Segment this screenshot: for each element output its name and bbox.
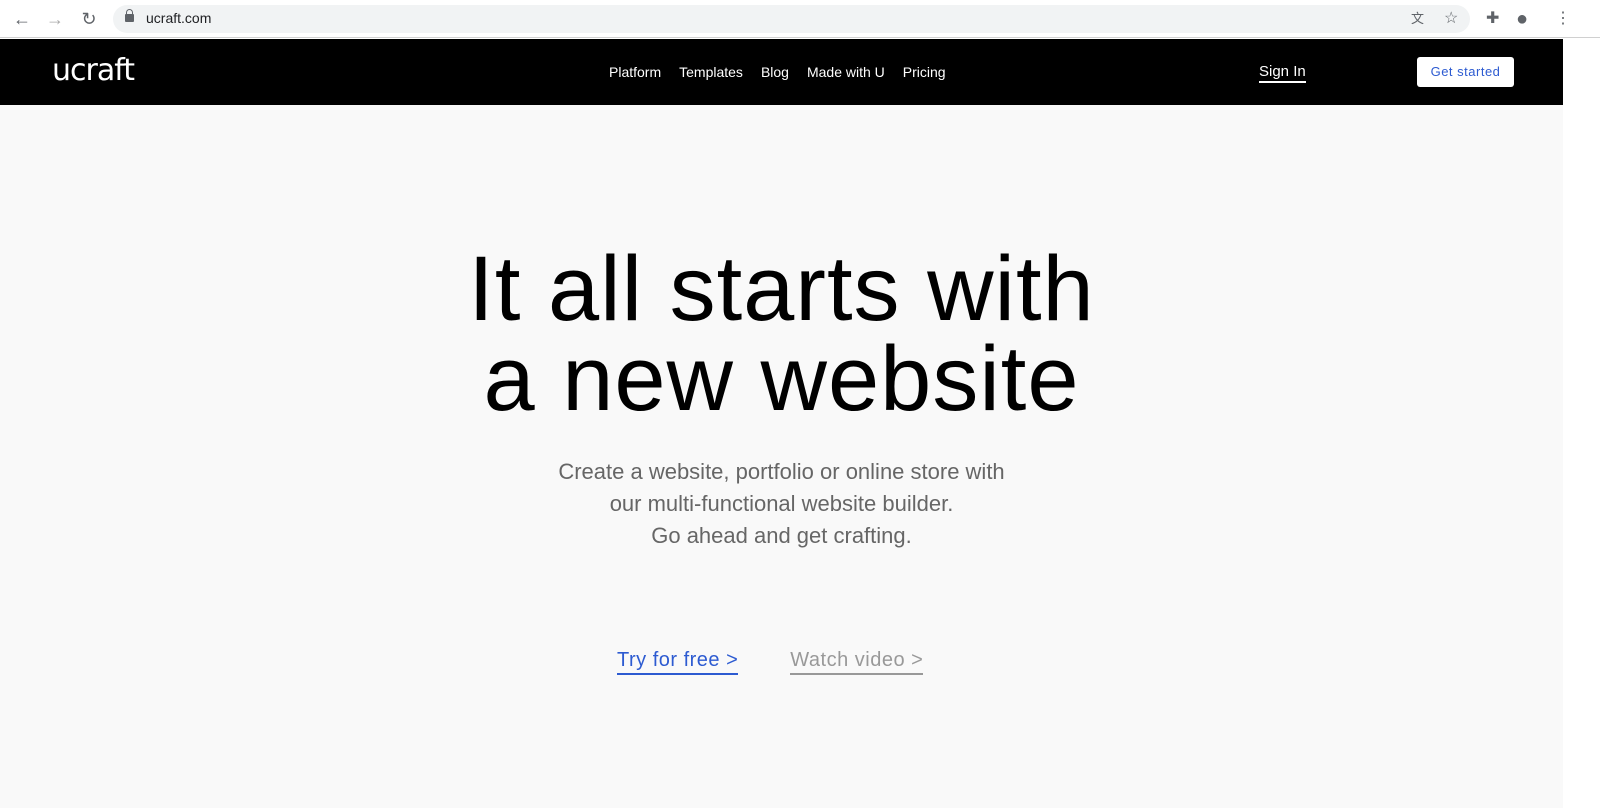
try-for-free-link[interactable]: Try for free > [617, 649, 739, 675]
nav-made-with-u[interactable]: Made with U [807, 64, 885, 80]
nav-menu: Platform Templates Blog Made with U Pric… [609, 64, 946, 80]
subtitle-line: our multi-functional website builder. [609, 491, 954, 516]
nav-templates[interactable]: Templates [679, 64, 743, 80]
title-line: It all starts with [468, 238, 1095, 340]
forward-icon[interactable]: → [44, 8, 66, 30]
site-nav: ucraft Platform Templates Blog Made with… [0, 39, 1563, 105]
nav-platform[interactable]: Platform [609, 64, 661, 80]
lock-icon [125, 9, 134, 22]
translate-icon[interactable]: ⽂ [1411, 8, 1424, 30]
cta-group: Try for free > Watch video > [617, 649, 924, 675]
get-started-button[interactable]: Get started [1417, 57, 1514, 87]
address-bar[interactable]: ucraft.com [113, 5, 1470, 33]
nav-pricing[interactable]: Pricing [903, 64, 946, 80]
back-icon[interactable]: ← [11, 8, 33, 30]
subtitle-line: Create a website, portfolio or online st… [558, 459, 1005, 484]
browser-toolbar: ← → ↻ ucraft.com ⽂ ☆ ✚ ● ⋮ [0, 0, 1600, 38]
star-icon[interactable]: ☆ [1444, 8, 1458, 30]
page: ucraft Platform Templates Blog Made with… [0, 39, 1563, 808]
hero-title: It all starts with a new website [0, 243, 1563, 425]
hero-subtitle: Create a website, portfolio or online st… [0, 456, 1563, 552]
menu-icon[interactable]: ⋮ [1555, 8, 1571, 30]
logo[interactable]: ucraft [52, 53, 135, 88]
sign-in-link[interactable]: Sign In [1259, 63, 1306, 83]
title-line: a new website [483, 328, 1080, 430]
subtitle-line: Go ahead and get crafting. [651, 523, 912, 548]
url-text[interactable]: ucraft.com [146, 10, 211, 26]
watch-video-link[interactable]: Watch video > [790, 649, 924, 675]
profile-icon[interactable]: ● [1516, 8, 1528, 30]
nav-blog[interactable]: Blog [761, 64, 789, 80]
extensions-icon[interactable]: ✚ [1486, 8, 1499, 30]
reload-icon[interactable]: ↻ [78, 8, 100, 30]
